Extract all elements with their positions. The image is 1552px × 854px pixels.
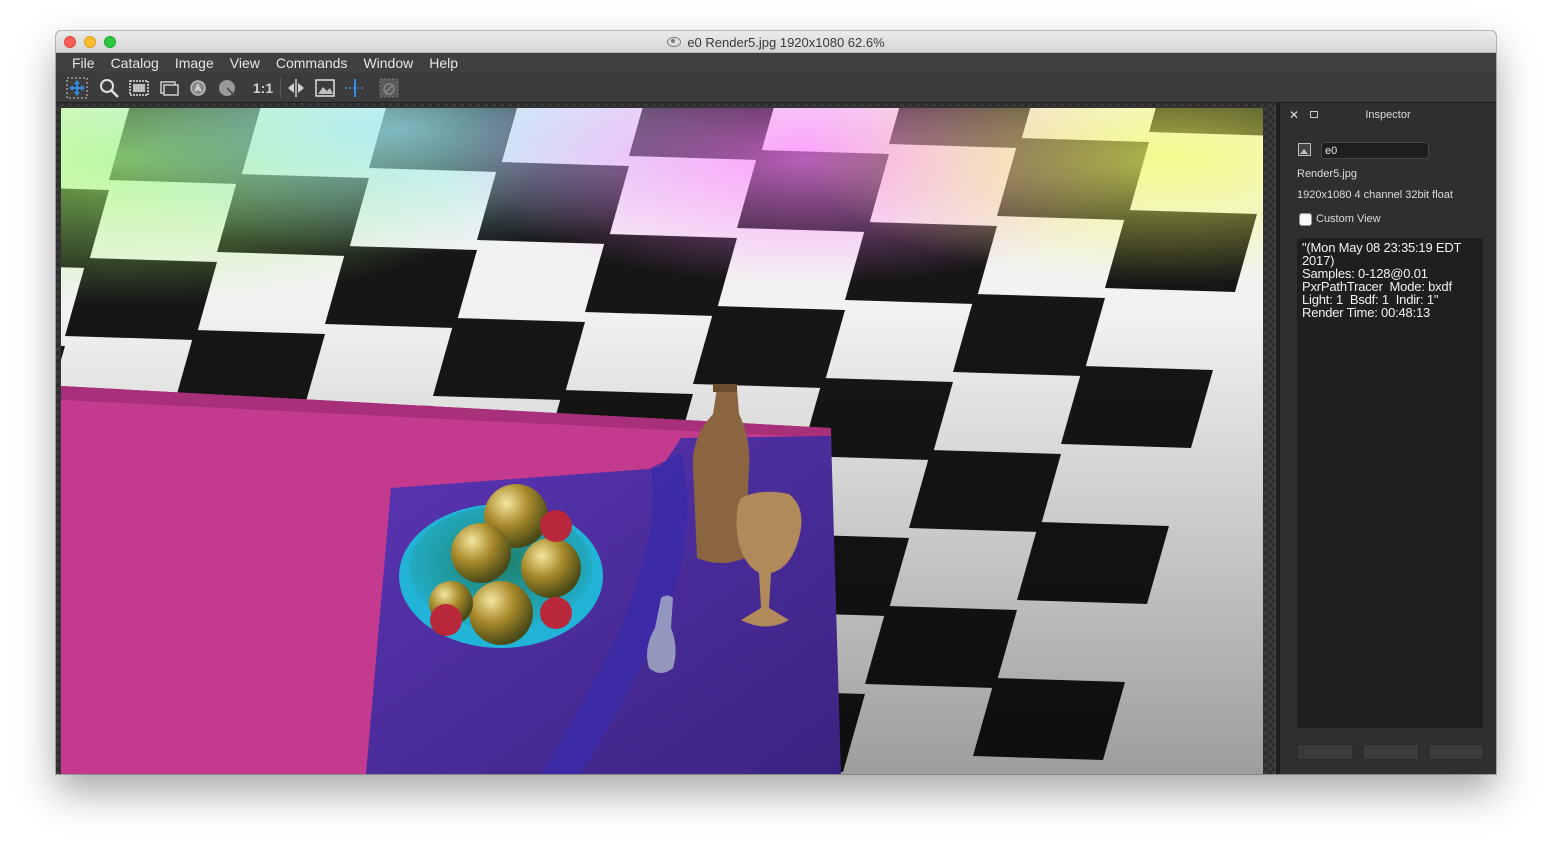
frame-stack-button[interactable] [157,77,179,99]
menu-catalog[interactable]: Catalog [103,55,167,71]
flip-horizontal-button[interactable] [285,77,307,99]
clear-disabled-button[interactable] [378,77,400,99]
menu-commands[interactable]: Commands [268,55,356,71]
wipe-line-icon [345,79,365,97]
panel-button-1[interactable] [1297,744,1353,760]
image-view-icon [315,79,335,97]
flip-horizontal-icon [288,79,304,97]
image-viewport[interactable] [56,103,1275,774]
fit-frame-icon [129,80,149,96]
inspector-panel: ✕ Inspector Render5.jpg 1920x1080 4 chan… [1280,103,1496,774]
window-title: e0 Render5.jpg 1920x1080 62.6% [687,34,885,50]
app-window: e0 Render5.jpg 1920x1080 62.6% File Cata… [56,31,1496,774]
image-icon [1298,143,1311,156]
actual-size-button[interactable]: 1:1 [250,77,276,99]
color-picker-icon [190,80,206,96]
image-view-button[interactable] [314,77,336,99]
render-notes-textarea[interactable]: "(Mon May 08 23:35:19 EDT 2017) Samples:… [1297,238,1483,728]
channel-mode-button[interactable] [216,77,238,99]
wipe-line-button[interactable] [344,77,366,99]
menu-window[interactable]: Window [355,55,421,71]
fruit [451,523,511,583]
custom-view-checkbox[interactable] [1299,213,1312,226]
fruit [521,538,581,598]
image-name-field[interactable] [1321,142,1429,159]
image-info: 1920x1080 4 channel 32bit float [1297,189,1453,201]
render-image [61,108,1263,774]
title-bar: e0 Render5.jpg 1920x1080 62.6% [56,31,1496,53]
menu-bar: File Catalog Image View Commands Window … [56,53,1496,73]
frame-stack-icon [160,81,179,96]
strawberry [430,604,462,636]
inspector-title: Inspector [1365,109,1411,121]
file-name: Render5.jpg [1297,168,1357,180]
panel-button-2[interactable] [1363,744,1419,760]
toolbar: 1:1 [56,73,1496,103]
menu-help[interactable]: Help [421,55,466,71]
pan-tool-icon [66,77,88,99]
menu-view[interactable]: View [222,55,268,71]
actual-size-icon: 1:1 [252,80,274,96]
zoom-tool-icon [100,79,119,98]
fruit [469,581,533,645]
window-title-group: e0 Render5.jpg 1920x1080 62.6% [56,31,1496,53]
zoom-tool-button[interactable] [98,77,120,99]
strawberry [540,510,572,542]
eye-icon [667,37,682,47]
menu-image[interactable]: Image [167,55,222,71]
strawberry [540,597,572,629]
toolbar-divider [280,78,281,98]
color-picker-button[interactable] [187,77,209,99]
pan-tool-button[interactable] [66,77,88,99]
custom-view-label: Custom View [1316,213,1381,225]
panel-button-3[interactable] [1428,744,1484,760]
menu-file[interactable]: File [64,55,103,71]
channel-mode-icon [219,80,235,96]
clear-disabled-icon [379,78,399,98]
fit-frame-button[interactable] [128,77,150,99]
